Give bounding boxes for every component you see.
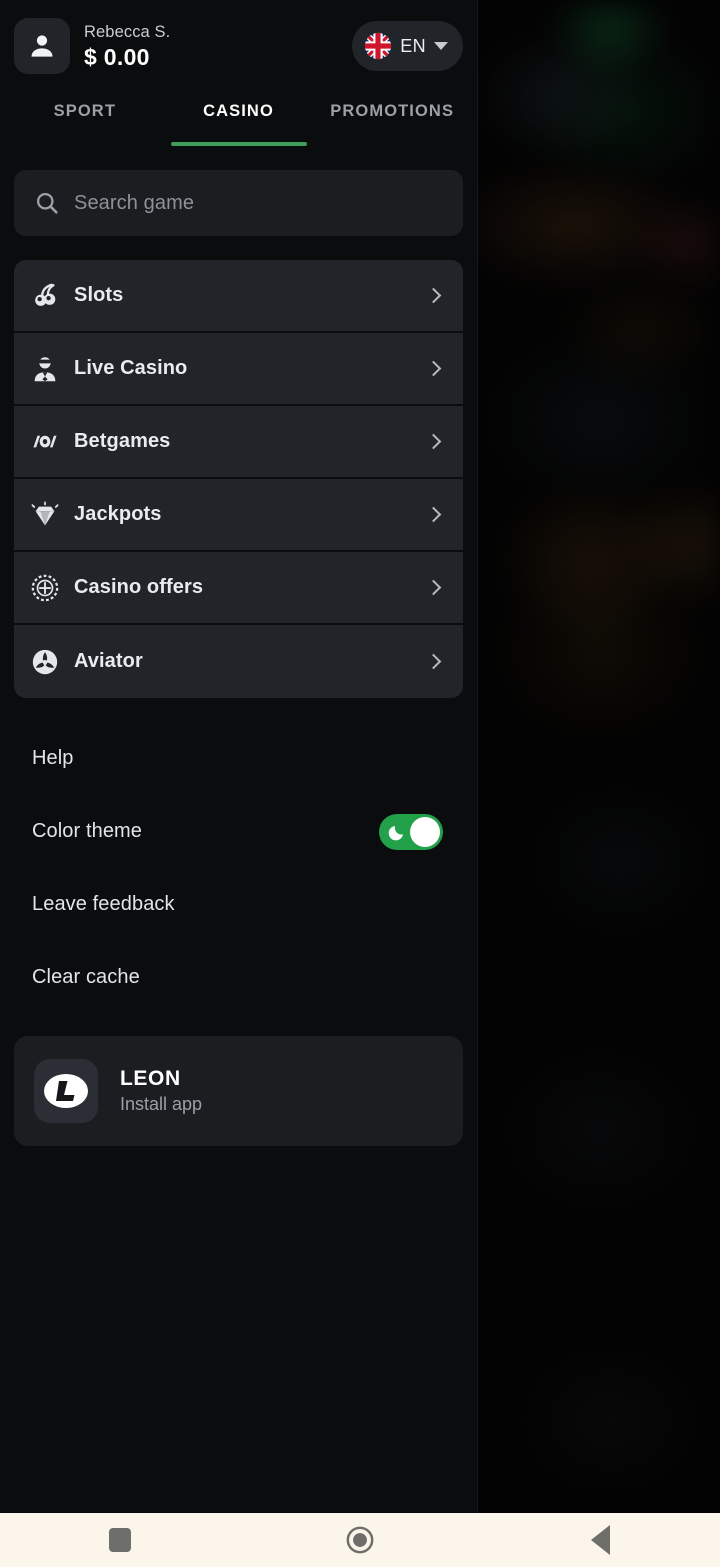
person-icon <box>31 35 53 57</box>
menu-item-label: Jackpots <box>74 503 162 525</box>
menu-item-aviator[interactable]: Aviator <box>14 625 463 698</box>
settings-list: Help Color theme Leave feedback Clear ca… <box>0 722 477 1014</box>
tab-sport[interactable]: SPORT <box>8 92 162 156</box>
home-button[interactable] <box>240 1525 480 1555</box>
install-app-text: LEON Install app <box>120 1066 202 1116</box>
cherries-icon <box>28 279 62 313</box>
settings-item-label: Leave feedback <box>32 893 175 915</box>
tab-promotions[interactable]: PROMOTIONS <box>315 92 469 156</box>
search-icon <box>36 192 58 214</box>
menu-item-jackpots[interactable]: Jackpots <box>14 479 463 552</box>
user-name: Rebecca S. <box>84 22 171 41</box>
back-button[interactable] <box>480 1525 720 1555</box>
betgames-icon <box>28 425 62 459</box>
menu-item-casino-offers[interactable]: Casino offers <box>14 552 463 625</box>
language-code: EN <box>400 35 426 56</box>
settings-item-help[interactable]: Help <box>14 722 463 795</box>
main-tabs: SPORT CASINO PROMOTIONS <box>0 92 477 156</box>
uk-flag-icon <box>365 32 392 60</box>
settings-item-clear-cache[interactable]: Clear cache <box>14 941 463 1014</box>
install-app-title: LEON <box>120 1067 181 1090</box>
chevron-right-icon <box>425 506 442 523</box>
menu-item-label: Aviator <box>74 650 143 672</box>
chevron-right-icon <box>425 433 442 450</box>
menu-item-betgames[interactable]: Betgames <box>14 406 463 479</box>
search-placeholder: Search game <box>74 191 195 214</box>
install-app-section: LEON Install app <box>0 1036 477 1146</box>
dealer-icon <box>28 352 62 386</box>
tab-label: CASINO <box>203 102 274 120</box>
chevron-right-icon <box>425 653 442 670</box>
menu-item-label: Live Casino <box>74 357 188 379</box>
chevron-right-icon <box>425 360 442 377</box>
search-input[interactable]: Search game <box>14 170 463 236</box>
toggle-knob <box>410 816 440 847</box>
avatar[interactable] <box>14 18 70 74</box>
aviator-propeller-icon <box>28 645 62 679</box>
recents-button[interactable] <box>0 1528 240 1552</box>
settings-item-color-theme[interactable]: Color theme <box>14 795 463 868</box>
settings-item-label: Color theme <box>32 820 143 842</box>
settings-item-label: Clear cache <box>32 966 140 988</box>
menu-item-label: Casino offers <box>74 576 204 598</box>
menu-item-label: Slots <box>74 284 124 306</box>
android-navigation-bar <box>0 1513 720 1567</box>
navigation-drawer: Rebecca S. $ 0.00 EN SPORT CASINO PROMOT… <box>0 0 478 1513</box>
language-selector[interactable]: EN <box>352 21 463 71</box>
menu-item-label: Betgames <box>74 430 171 452</box>
menu-item-live-casino[interactable]: Live Casino <box>14 333 463 406</box>
menu-item-slots[interactable]: Slots <box>14 260 463 333</box>
triangle-back-icon <box>590 1525 610 1555</box>
search-section: Search game <box>0 156 477 236</box>
tab-label: PROMOTIONS <box>330 102 455 120</box>
install-app-subtitle: Install app <box>120 1094 203 1114</box>
leon-logo-icon <box>34 1059 98 1123</box>
diamond-icon <box>28 498 62 532</box>
chevron-right-icon <box>425 579 442 596</box>
chevron-right-icon <box>425 287 442 304</box>
app-screen: Rebecca S. $ 0.00 EN SPORT CASINO PROMOT… <box>0 0 720 1567</box>
user-balance: $ 0.00 <box>84 43 150 70</box>
user-info[interactable]: Rebecca S. $ 0.00 <box>84 22 352 71</box>
settings-item-leave-feedback[interactable]: Leave feedback <box>14 868 463 941</box>
square-recents-icon <box>109 1528 131 1552</box>
settings-item-label: Help <box>32 747 74 769</box>
tab-label: SPORT <box>53 102 116 120</box>
casino-menu: Slots Live Casino Betgames Jackpots Casi… <box>0 260 477 698</box>
chevron-down-icon <box>434 42 448 50</box>
moon-icon <box>388 825 403 840</box>
active-tab-indicator <box>170 142 307 146</box>
tab-casino[interactable]: CASINO <box>162 92 316 156</box>
drawer-header: Rebecca S. $ 0.00 EN <box>0 0 477 92</box>
color-theme-toggle[interactable] <box>379 813 443 850</box>
circle-home-icon <box>346 1526 374 1554</box>
install-app-card[interactable]: LEON Install app <box>14 1036 463 1146</box>
casino-chip-icon <box>28 571 62 605</box>
